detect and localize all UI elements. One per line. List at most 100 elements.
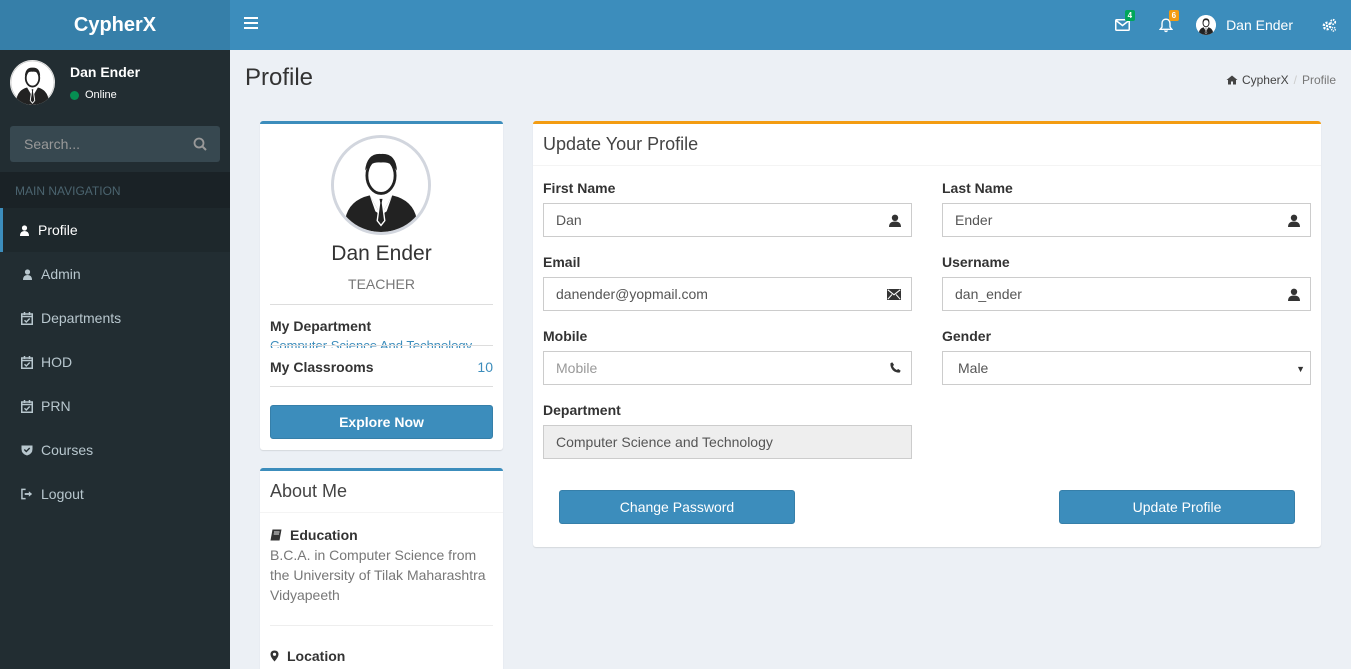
profile-role: TEACHER (348, 276, 415, 292)
sidebar-item-label: Logout (41, 486, 84, 502)
envelope-icon (887, 289, 901, 300)
sidebar-item-prn[interactable]: PRN (0, 384, 230, 428)
department-label: My Department (270, 318, 372, 334)
education-label: Education (290, 527, 358, 543)
sidebar-menu: Profile Admin Departments HOD PRN Course… (0, 208, 230, 516)
online-status-dot (70, 90, 79, 100)
sidebar-user-panel: Dan Ender Online (0, 50, 230, 110)
department-group: Department (543, 402, 912, 459)
sidebar-toggle-icon[interactable] (244, 17, 258, 31)
user-icon (21, 267, 33, 281)
first-name-field-wrap (543, 203, 912, 237)
last-name-input[interactable] (943, 204, 1310, 236)
sidebar-item-departments[interactable]: Departments (0, 296, 230, 340)
mobile-label: Mobile (543, 328, 588, 344)
user-icon (1288, 288, 1300, 301)
sidebar-item-label: Admin (41, 266, 81, 282)
search-input[interactable] (10, 126, 220, 162)
gender-select[interactable]: Male (943, 352, 1310, 384)
breadcrumb-home-link[interactable]: CypherX (1226, 73, 1289, 87)
gender-label: Gender (942, 328, 992, 344)
department-label: Department (543, 402, 621, 418)
sidebar-search (10, 126, 220, 162)
username-input[interactable] (943, 278, 1310, 310)
breadcrumb-separator: / (1293, 73, 1297, 87)
about-me-card: About Me Education B.C.A. in Computer Sc… (260, 468, 503, 669)
mobile-input[interactable] (544, 352, 911, 384)
profile-card: Dan Ender TEACHER My Department Computer… (260, 121, 503, 450)
sidebar-item-courses[interactable]: Courses (0, 428, 230, 472)
about-divider (270, 625, 493, 626)
user-icon (1288, 214, 1300, 227)
department-row: My Department Computer Science And Techn… (270, 304, 493, 348)
email-label: Email (543, 254, 581, 270)
notifications-count-badge: 6 (1168, 10, 1180, 21)
last-name-field-wrap (942, 203, 1311, 237)
user-icon (889, 214, 901, 227)
sidebar-item-admin[interactable]: Admin (0, 252, 230, 296)
book-icon (270, 529, 282, 541)
profile-avatar (331, 135, 431, 235)
calendar-check-icon (21, 311, 33, 325)
last-name-group: Last Name (942, 180, 1311, 237)
app-logo[interactable]: CypherX (0, 0, 230, 50)
update-profile-title: Update Your Profile (533, 124, 1321, 166)
calendar-check-icon (21, 355, 33, 369)
education-heading: Education (270, 527, 358, 543)
page-title: Profile (245, 64, 314, 91)
divider (270, 386, 493, 387)
gender-select-wrap: Male ▼ (942, 351, 1311, 385)
classrooms-row: My Classrooms 10 (270, 345, 493, 387)
breadcrumb: CypherX / Profile (1226, 73, 1336, 87)
department-input (544, 426, 911, 458)
shield-check-icon (21, 443, 33, 457)
update-profile-button[interactable]: Update Profile (1059, 490, 1295, 524)
sidebar-item-hod[interactable]: HOD (0, 340, 230, 384)
messages-button[interactable]: 4 (1100, 0, 1144, 50)
sidebar-user-name: Dan Ender (70, 64, 141, 80)
email-group: Email (543, 254, 912, 311)
gender-group: Gender Male ▼ (942, 328, 1311, 385)
sidebar-item-label: Departments (41, 310, 122, 326)
update-profile-card: Update Your Profile First Name Last Name… (533, 121, 1321, 547)
first-name-group: First Name (543, 180, 912, 237)
user-icon (18, 223, 30, 237)
change-password-button[interactable]: Change Password (559, 490, 795, 524)
sidebar: Dan Ender Online MAIN NAVIGATION Profile… (0, 50, 230, 669)
messages-count-badge: 4 (1124, 10, 1136, 21)
username-group: Username (942, 254, 1311, 311)
top-navbar: 4 6 Dan Ender (230, 0, 1351, 50)
settings-button[interactable] (1307, 0, 1351, 50)
breadcrumb-current: Profile (1301, 73, 1336, 87)
sidebar-avatar (10, 60, 55, 105)
last-name-label: Last Name (942, 180, 1013, 196)
sidebar-item-profile[interactable]: Profile (0, 208, 230, 252)
location-label: Location (287, 648, 346, 664)
classrooms-count[interactable]: 10 (477, 359, 493, 375)
mobile-field-wrap (543, 351, 912, 385)
user-menu-name: Dan Ender (1226, 17, 1293, 33)
sidebar-nav-header: MAIN NAVIGATION (0, 172, 230, 208)
sidebar-item-logout[interactable]: Logout (0, 472, 230, 516)
sidebar-item-label: PRN (41, 398, 71, 414)
status-label: Online (85, 89, 117, 101)
user-menu[interactable]: Dan Ender (1188, 0, 1307, 50)
explore-now-button[interactable]: Explore Now (270, 405, 493, 439)
sidebar-user-status[interactable]: Online (70, 89, 117, 101)
sidebar-item-label: Courses (41, 442, 94, 458)
calendar-check-icon (21, 399, 33, 413)
breadcrumb-home-label: CypherX (1241, 73, 1289, 87)
location-heading: Location (270, 648, 345, 664)
email-input[interactable] (544, 278, 911, 310)
caret-down-icon: ▼ (1296, 364, 1305, 374)
sidebar-item-label: Profile (38, 222, 78, 238)
first-name-input[interactable] (544, 204, 911, 236)
search-icon[interactable] (193, 137, 207, 154)
gears-icon (1322, 18, 1337, 32)
phone-icon (890, 362, 901, 373)
mobile-group: Mobile (543, 328, 912, 385)
classrooms-label: My Classrooms (270, 359, 374, 375)
notifications-button[interactable]: 6 (1144, 0, 1188, 50)
email-field-wrap (543, 277, 912, 311)
username-label: Username (942, 254, 1010, 270)
